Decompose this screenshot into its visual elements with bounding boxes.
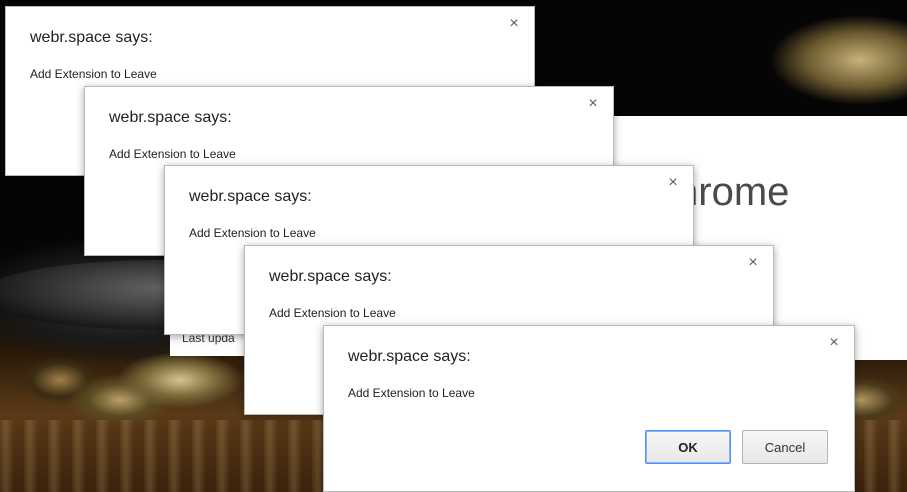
- alert-dialog-5: webr.space says: Add Extension to Leave …: [323, 325, 855, 492]
- close-icon[interactable]: ×: [585, 96, 601, 112]
- close-icon[interactable]: ×: [745, 255, 761, 271]
- dialog-title: webr.space says:: [348, 348, 471, 365]
- ok-button[interactable]: OK: [645, 430, 731, 464]
- dialog-message: Add Extension to Leave: [269, 306, 396, 320]
- dialog-message: Add Extension to Leave: [348, 386, 475, 400]
- cancel-button[interactable]: Cancel: [742, 430, 828, 464]
- dialog-title: webr.space says:: [269, 268, 392, 285]
- dialog-title: webr.space says:: [30, 29, 153, 46]
- close-icon[interactable]: ×: [506, 16, 522, 32]
- close-icon[interactable]: ×: [826, 335, 842, 351]
- dialog-message: Add Extension to Leave: [189, 226, 316, 240]
- dialog-message: Add Extension to Leave: [109, 147, 236, 161]
- dialog-title: webr.space says:: [109, 109, 232, 126]
- dialog-message: Add Extension to Leave: [30, 67, 157, 81]
- dialog-title: webr.space says:: [189, 188, 312, 205]
- close-icon[interactable]: ×: [665, 175, 681, 191]
